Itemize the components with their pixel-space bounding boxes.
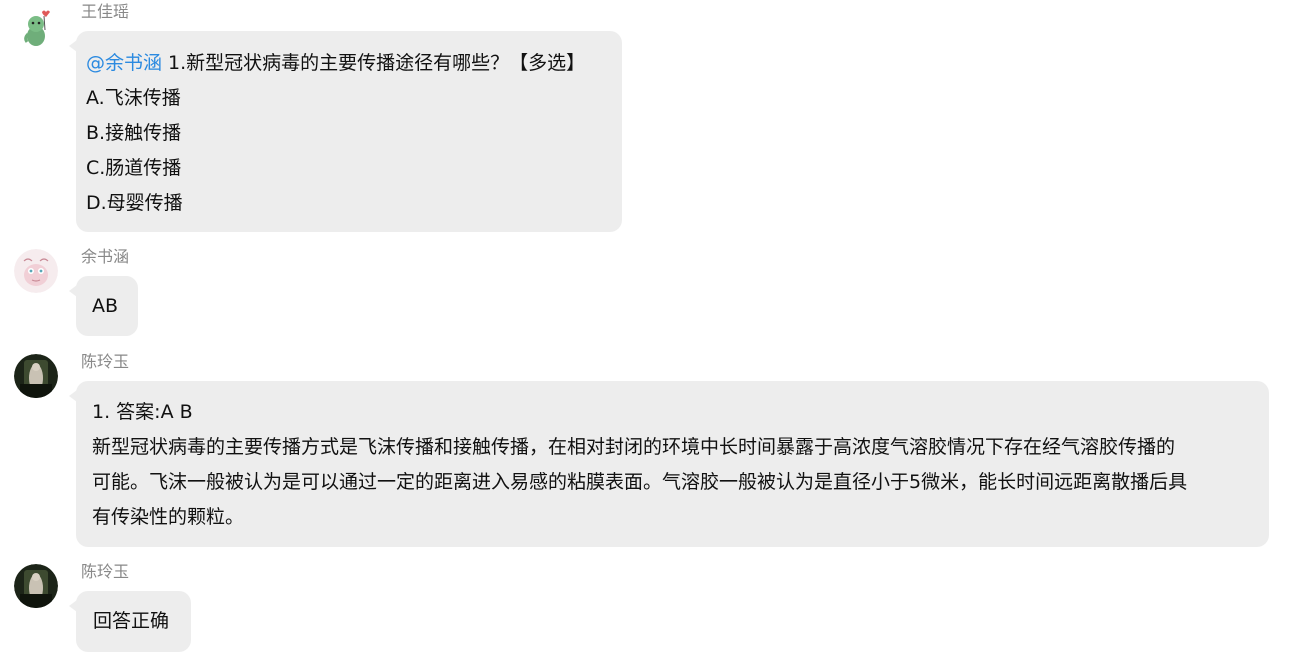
question-text: 1.新型冠状病毒的主要传播途径有哪些？【多选】 — [162, 52, 586, 74]
message-text: AB — [92, 295, 119, 317]
bubble-tail — [69, 390, 77, 402]
mention-link[interactable]: @余书涵 — [86, 52, 162, 74]
explanation-line: 可能。飞沫一般被认为是可以通过一定的距离进入易感的粘膜表面。气溶胶一般被认为是直… — [92, 471, 1188, 493]
message-text: 回答正确 — [93, 610, 170, 632]
message-bubble[interactable]: @余书涵 1.新型冠状病毒的主要传播途径有哪些？【多选】 A.飞沫传播 B.接触… — [69, 31, 622, 232]
option-a: A.飞沫传播 — [86, 87, 181, 109]
answer-line: 1. 答案:A B — [92, 401, 193, 423]
explanation-line: 有传染性的颗粒。 — [92, 506, 245, 528]
sender-name: 余书涵 — [81, 247, 130, 266]
explanation-line: 新型冠状病毒的主要传播方式是飞沫传播和接触传播，在相对封闭的环境中长时间暴露于高… — [92, 436, 1176, 458]
message-bubble[interactable]: 1. 答案:A B 新型冠状病毒的主要传播方式是飞沫传播和接触传播，在相对封闭的… — [69, 381, 1269, 547]
chat-message-list: 王佳瑶 @余书涵 1.新型冠状病毒的主要传播途径有哪些？【多选】 A.飞沫传播 … — [0, 0, 1289, 658]
sender-name: 王佳瑶 — [81, 2, 130, 21]
message-line: @余书涵 1.新型冠状病毒的主要传播途径有哪些？【多选】 — [86, 46, 612, 81]
green-dinosaur-avatar-icon[interactable] — [14, 4, 58, 48]
message-bubble[interactable]: AB — [69, 276, 138, 336]
bubble-tail — [69, 40, 77, 52]
sender-name: 陈玲玉 — [81, 562, 130, 581]
option-d: D.母婴传播 — [86, 192, 183, 214]
bubble-tail — [69, 600, 77, 612]
dark-photo-avatar-icon[interactable] — [14, 354, 58, 398]
pink-cartoon-avatar-icon[interactable] — [14, 249, 58, 293]
sender-name: 陈玲玉 — [81, 352, 130, 371]
message-bubble[interactable]: 回答正确 — [69, 591, 191, 652]
option-b: B.接触传播 — [86, 122, 182, 144]
option-c: C.肠道传播 — [86, 157, 182, 179]
bubble-tail — [69, 285, 77, 297]
dark-photo-avatar-icon[interactable] — [14, 564, 58, 608]
